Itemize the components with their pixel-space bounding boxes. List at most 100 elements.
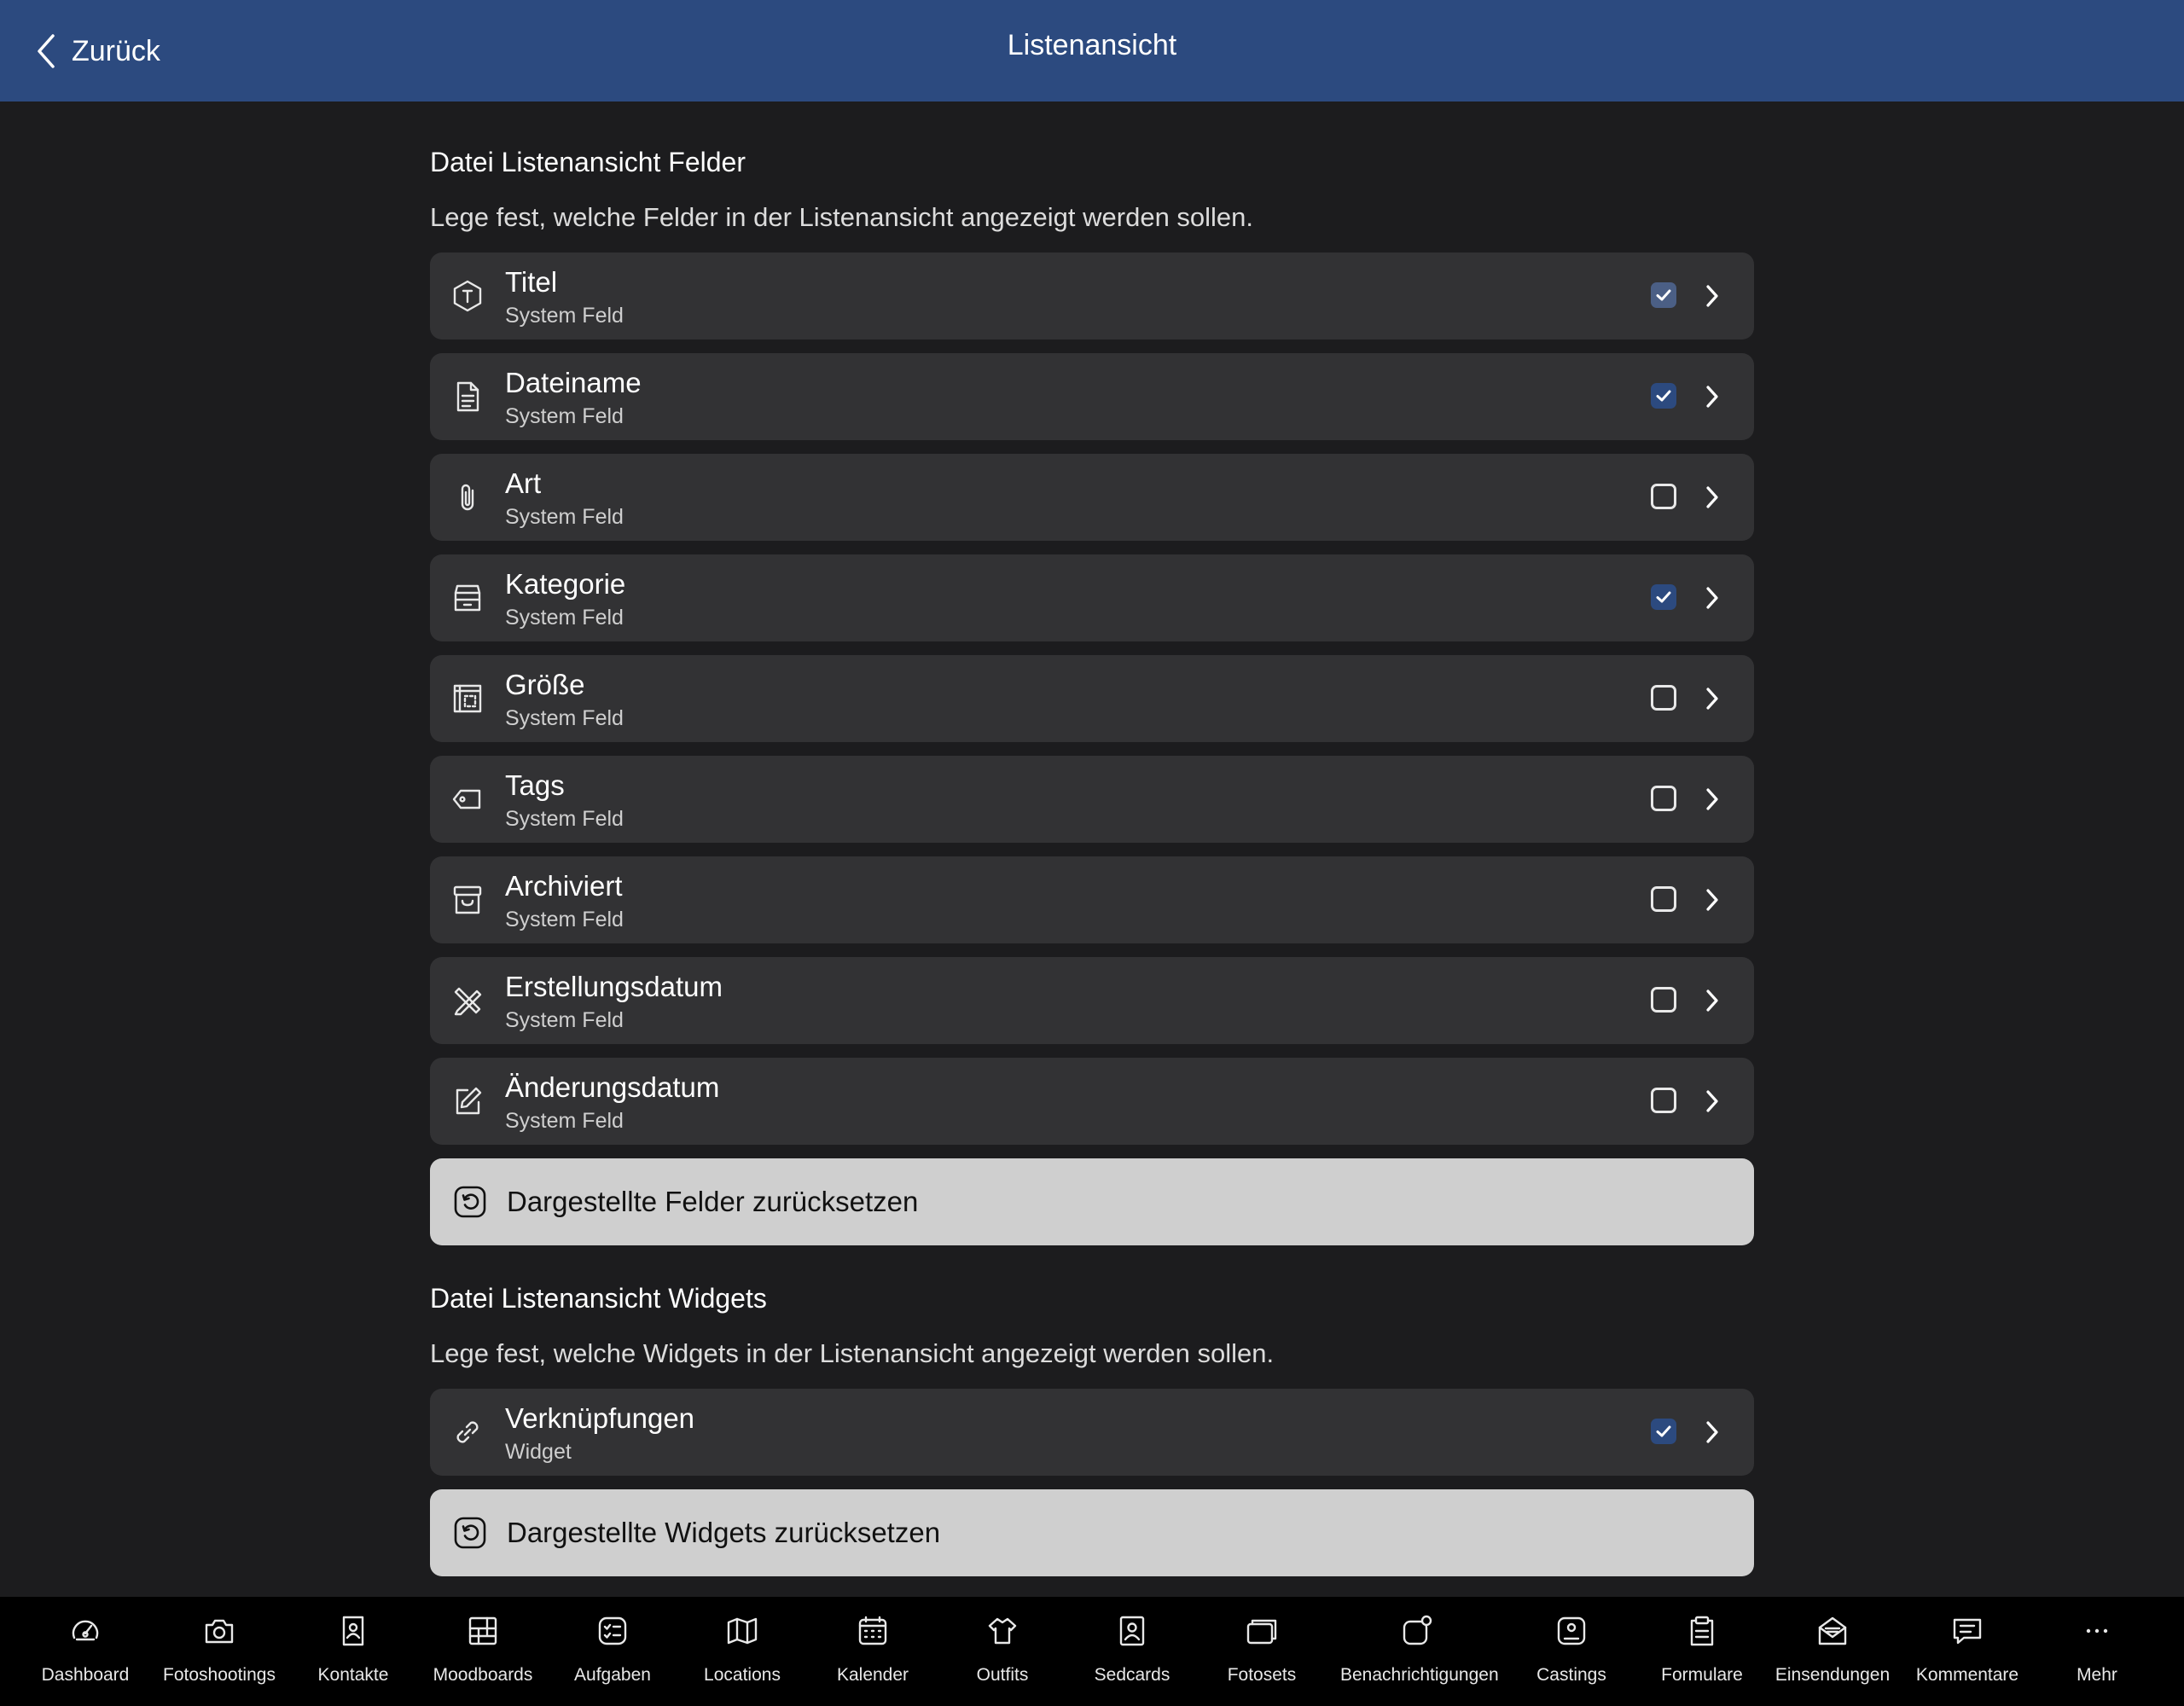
field-icon-wrap [450, 581, 485, 615]
widgets-section-title: Datei Listenansicht Widgets [430, 1283, 767, 1314]
field-label: Erstellungsdatum [505, 971, 723, 1002]
tab-icon-wrap [1245, 1614, 1279, 1648]
field-icon-wrap [450, 1415, 485, 1449]
comment-icon [1953, 1618, 1982, 1645]
tab-einsendungen[interactable]: Einsendungen [1756, 1597, 1909, 1706]
tab-label: Einsendungen [1774, 1665, 1891, 1685]
contact-icon [342, 1616, 364, 1646]
chevron-right-icon [1706, 486, 1718, 508]
field-label: Verknüpfungen [505, 1402, 695, 1434]
tab-icon-wrap [466, 1614, 500, 1648]
field-row[interactable]: Archiviert System Feld [430, 856, 1754, 943]
checkmark-icon [1656, 289, 1671, 301]
field-row[interactable]: Tags System Feld [430, 756, 1754, 843]
field-checkbox[interactable] [1651, 786, 1676, 811]
field-checkbox[interactable] [1651, 584, 1676, 610]
field-checkbox[interactable] [1651, 886, 1676, 912]
field-checkbox[interactable] [1651, 987, 1676, 1013]
tab-label: Fotoshootings [163, 1665, 276, 1685]
field-checkbox[interactable] [1651, 685, 1676, 711]
field-checkbox[interactable] [1651, 1419, 1676, 1444]
tab-icon-wrap [725, 1614, 759, 1648]
sedcard-icon [1119, 1616, 1145, 1646]
tab-icon-wrap [1554, 1614, 1589, 1648]
tab-dashboard[interactable]: Dashboard [9, 1597, 162, 1706]
title-badge-icon [453, 280, 482, 312]
chevron-right-icon [1706, 989, 1718, 1012]
field-type: System Feld [505, 505, 624, 529]
chevron-right-icon [1706, 1421, 1718, 1443]
field-checkbox[interactable] [1651, 282, 1676, 308]
tab-fotoshootings[interactable]: Fotoshootings [142, 1597, 296, 1706]
tag-icon [452, 789, 481, 809]
chevron-right-icon [1706, 889, 1718, 911]
reset-widgets-label: Dargestellte Widgets zurücksetzen [507, 1517, 941, 1548]
document-icon [456, 381, 479, 412]
field-row[interactable]: Titel System Feld [430, 252, 1754, 339]
tab-icon-wrap [1685, 1614, 1719, 1648]
link-icon [456, 1421, 479, 1443]
tab-icon-wrap [2080, 1614, 2114, 1648]
tab-icon-wrap [595, 1614, 630, 1648]
tab-icon-wrap [1950, 1614, 1984, 1648]
field-icon-wrap [450, 984, 485, 1018]
tab-label: Dashboard [41, 1665, 130, 1685]
field-label: Änderungsdatum [505, 1071, 720, 1103]
edit-icon [456, 1087, 482, 1115]
more-icon [2086, 1628, 2108, 1633]
field-type: System Feld [505, 404, 624, 428]
field-type: System Feld [505, 304, 624, 328]
tab-fotosets[interactable]: Fotosets [1185, 1597, 1339, 1706]
checkmark-icon [1656, 1425, 1671, 1437]
field-row[interactable]: Dateiname System Feld [430, 353, 1754, 440]
field-icon-wrap [450, 782, 485, 816]
bottom-tab-bar: Dashboard Fotoshootings Kontakte Moodboards… [0, 1597, 2184, 1706]
tray-icon [454, 584, 481, 612]
field-checkbox[interactable] [1651, 484, 1676, 509]
dimensions-icon [453, 684, 482, 713]
field-row[interactable]: Änderungsdatum System Feld [430, 1058, 1754, 1145]
field-label: Tags [505, 769, 565, 801]
pencil-ruler-icon [454, 987, 482, 1016]
field-row[interactable]: Größe System Feld [430, 655, 1754, 742]
field-icon-wrap [450, 682, 485, 716]
field-row[interactable]: Art System Feld [430, 454, 1754, 541]
checkmark-icon [1656, 591, 1671, 603]
field-icon-wrap [450, 380, 485, 414]
reset-fields-button[interactable]: Dargestellte Felder zurücksetzen [430, 1158, 1754, 1245]
checklist-icon [598, 1616, 627, 1645]
reset-fields-label: Dargestellte Felder zurücksetzen [507, 1186, 919, 1217]
field-type: System Feld [505, 706, 624, 730]
chevron-right-icon [1706, 1090, 1718, 1112]
paperclip-icon [461, 484, 474, 511]
reset-widgets-button[interactable]: Dargestellte Widgets zurücksetzen [430, 1489, 1754, 1576]
tab-icon-wrap [985, 1614, 1019, 1648]
field-type: System Feld [505, 807, 624, 831]
moodboard-icon [468, 1616, 497, 1645]
field-checkbox[interactable] [1651, 1088, 1676, 1113]
field-row[interactable]: Erstellungsdatum System Feld [430, 957, 1754, 1044]
field-label: Kategorie [505, 568, 626, 600]
field-label: Titel [505, 266, 558, 298]
tab-icon-wrap [1115, 1614, 1149, 1648]
field-row[interactable]: Kategorie System Feld [430, 554, 1754, 641]
tab-mehr[interactable]: Mehr [2020, 1597, 2174, 1706]
tab-icon-wrap [202, 1614, 236, 1648]
field-type: System Feld [505, 606, 624, 630]
tab-benachrichtigungen[interactable]: Benachrichtigungen [1340, 1597, 1499, 1706]
field-checkbox[interactable] [1651, 383, 1676, 409]
field-icon-wrap [450, 480, 485, 514]
field-row[interactable]: Verknüpfungen Widget [430, 1389, 1754, 1476]
fields-section-title: Datei Listenansicht Felder [430, 147, 746, 177]
field-icon-wrap [450, 279, 485, 313]
tab-icon-wrap [68, 1614, 102, 1648]
mail-icon [1818, 1616, 1847, 1645]
tab-label: Fotosets [1227, 1665, 1297, 1685]
chevron-right-icon [1706, 587, 1718, 609]
notification-icon [1403, 1615, 1432, 1645]
photoset-icon [1246, 1619, 1277, 1645]
field-label: Größe [505, 669, 585, 700]
header-bar: Zurück Listenansicht [0, 0, 2184, 102]
reset-icon [454, 1517, 486, 1549]
field-label: Archiviert [505, 870, 623, 902]
